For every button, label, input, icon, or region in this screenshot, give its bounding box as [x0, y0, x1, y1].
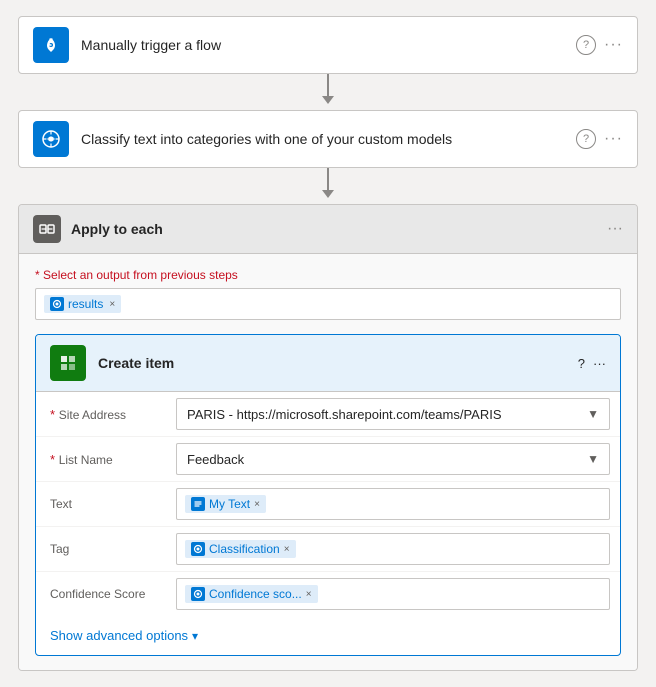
- results-token-input[interactable]: results ×: [35, 288, 621, 320]
- arrow-line-2: [327, 168, 329, 190]
- arrow-head-1: [322, 96, 334, 104]
- site-address-chevron: ▼: [587, 407, 599, 421]
- classify-help-icon[interactable]: ?: [576, 129, 596, 149]
- tag-row: Tag Classif: [36, 527, 620, 572]
- confidence-value: Confidence sco... ×: [166, 572, 620, 616]
- show-advanced-chevron: ▾: [192, 629, 198, 643]
- site-address-row: * Site Address PARIS - https://microsoft…: [36, 392, 620, 437]
- site-address-text: PARIS - https://microsoft.sharepoint.com…: [187, 407, 502, 422]
- flow-canvas: Manually trigger a flow ? ··· Classify t…: [16, 16, 640, 671]
- create-item-more-icon[interactable]: ···: [593, 356, 606, 371]
- create-item-title: Create item: [98, 355, 578, 371]
- arrow-line-1: [327, 74, 329, 96]
- tag-token-close[interactable]: ×: [284, 544, 290, 555]
- site-address-label: * Site Address: [36, 397, 166, 432]
- text-token-icon: [191, 497, 205, 511]
- trigger-more-icon[interactable]: ···: [604, 36, 623, 54]
- list-name-text: Feedback: [187, 452, 244, 467]
- apply-each-title: Apply to each: [71, 221, 607, 237]
- results-token-icon: [50, 297, 64, 311]
- site-address-value: PARIS - https://microsoft.sharepoint.com…: [166, 392, 620, 436]
- create-item-body: * Site Address PARIS - https://microsoft…: [36, 392, 620, 655]
- list-name-chevron: ▼: [587, 452, 599, 466]
- trigger-help-icon[interactable]: ?: [576, 35, 596, 55]
- create-item-actions: ? ···: [578, 356, 606, 371]
- confidence-row: Confidence Score: [36, 572, 620, 616]
- tag-token-text: Classification: [209, 542, 280, 556]
- select-output-label: * Select an output from previous steps: [35, 268, 621, 282]
- apply-each-icon: [33, 215, 61, 243]
- classify-icon: [33, 121, 69, 157]
- confidence-label: Confidence Score: [36, 577, 166, 611]
- trigger-icon: [33, 27, 69, 63]
- text-token-field[interactable]: My Text ×: [176, 488, 610, 520]
- text-value: My Text ×: [166, 482, 620, 526]
- confidence-token-close[interactable]: ×: [306, 589, 312, 600]
- classify-title: Classify text into categories with one o…: [81, 131, 576, 147]
- confidence-token-text: Confidence sco...: [209, 587, 302, 601]
- classify-more-icon[interactable]: ···: [604, 130, 623, 148]
- apply-each-container: Apply to each ··· * Select an output fro…: [18, 204, 638, 671]
- text-label: Text: [36, 487, 166, 521]
- tag-value: Classification ×: [166, 527, 620, 571]
- results-token-text: results: [68, 297, 103, 311]
- create-item-icon: [50, 345, 86, 381]
- text-token-close[interactable]: ×: [254, 499, 260, 510]
- list-name-label: * List Name: [36, 442, 166, 477]
- tag-token-icon: [191, 542, 205, 556]
- classify-step: Classify text into categories with one o…: [18, 110, 638, 168]
- site-address-dropdown[interactable]: PARIS - https://microsoft.sharepoint.com…: [176, 398, 610, 430]
- text-token: My Text ×: [185, 495, 266, 513]
- trigger-actions: ? ···: [576, 35, 623, 55]
- arrow-head-2: [322, 190, 334, 198]
- select-output-text: Select an output from previous steps: [43, 268, 238, 282]
- results-token-close[interactable]: ×: [109, 299, 115, 310]
- classify-actions: ? ···: [576, 129, 623, 149]
- results-token: results ×: [44, 295, 121, 313]
- confidence-token-field[interactable]: Confidence sco... ×: [176, 578, 610, 610]
- tag-label: Tag: [36, 532, 166, 566]
- arrow-2: [322, 168, 334, 204]
- trigger-title: Manually trigger a flow: [81, 37, 576, 53]
- show-advanced-text: Show advanced options: [50, 628, 188, 643]
- apply-each-body: * Select an output from previous steps r…: [19, 254, 637, 670]
- confidence-token: Confidence sco... ×: [185, 585, 318, 603]
- show-advanced-button[interactable]: Show advanced options ▾: [36, 616, 620, 655]
- required-star: *: [35, 268, 43, 282]
- tag-token: Classification ×: [185, 540, 296, 558]
- list-name-dropdown[interactable]: Feedback ▼: [176, 443, 610, 475]
- list-name-value: Feedback ▼: [166, 437, 620, 481]
- apply-each-header: Apply to each ···: [19, 205, 637, 254]
- trigger-step: Manually trigger a flow ? ···: [18, 16, 638, 74]
- list-name-row: * List Name Feedback ▼: [36, 437, 620, 482]
- arrow-1: [322, 74, 334, 110]
- tag-token-field[interactable]: Classification ×: [176, 533, 610, 565]
- apply-each-more-icon[interactable]: ···: [607, 220, 623, 238]
- text-row: Text My Text ×: [36, 482, 620, 527]
- create-item-card: Create item ? ··· * Site Address PARIS -…: [35, 334, 621, 656]
- confidence-token-icon: [191, 587, 205, 601]
- create-item-help-icon[interactable]: ?: [578, 356, 585, 371]
- text-token-text: My Text: [209, 497, 250, 511]
- create-item-header: Create item ? ···: [36, 335, 620, 392]
